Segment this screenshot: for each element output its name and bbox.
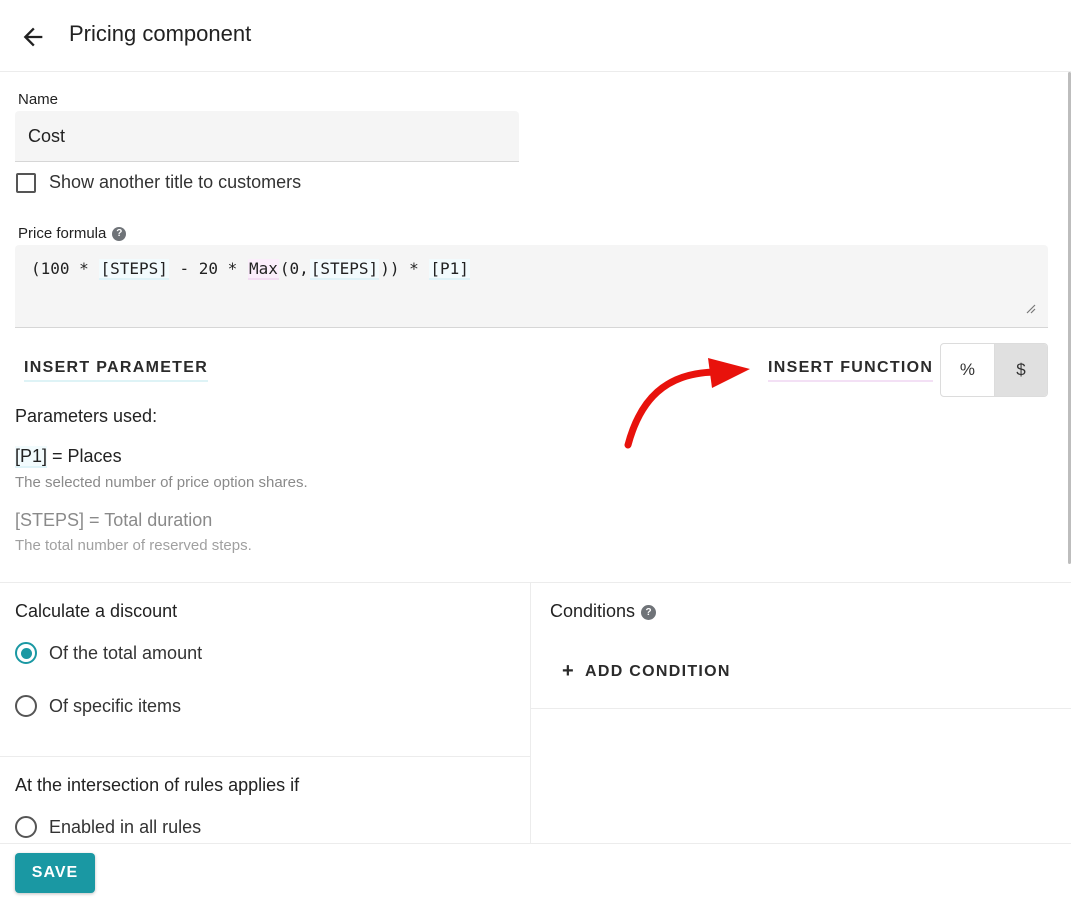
unit-toggle: % $ xyxy=(940,343,1048,397)
formula-function-token: Max xyxy=(247,259,279,280)
unit-toggle-percent[interactable]: % xyxy=(941,344,994,396)
formula-param-token: [P1] xyxy=(429,259,470,280)
name-label: Name xyxy=(18,91,59,108)
parameter-name: = Places xyxy=(47,446,122,466)
back-button[interactable] xyxy=(16,20,50,54)
discount-title: Calculate a discount xyxy=(15,601,178,621)
price-formula-label-row: Price formula? xyxy=(18,225,127,242)
formula-param-token: [STEPS] xyxy=(309,259,380,280)
insert-parameter-button[interactable]: INSERT PARAMETER xyxy=(24,359,209,382)
insert-function-button[interactable]: INSERT FUNCTION xyxy=(768,359,934,382)
divider xyxy=(0,582,1071,583)
parameter-item: [STEPS] = Total duration xyxy=(15,510,212,531)
divider xyxy=(0,756,530,757)
formula-text: - 20 * xyxy=(169,259,247,278)
price-formula-textarea[interactable]: (100 * [STEPS] - 20 * Max (0, [STEPS])) * … xyxy=(15,245,1048,328)
help-icon[interactable]: ? xyxy=(641,604,657,620)
parameter-item: [P1] = Places xyxy=(15,446,122,468)
unit-toggle-currency[interactable]: $ xyxy=(993,344,1047,396)
radio-label: Of the total amount xyxy=(49,642,203,663)
parameter-name: = Total duration xyxy=(84,510,213,530)
price-formula-label: Price formula xyxy=(18,225,107,242)
discount-option-specific[interactable]: Of specific items xyxy=(15,695,181,717)
radio-button[interactable] xyxy=(15,642,37,664)
annotation-arrow-icon xyxy=(624,358,750,449)
alt-title-checkbox-row[interactable]: Show another title to customers xyxy=(16,172,301,193)
formula-text: (100 * xyxy=(31,259,99,278)
name-input[interactable]: Cost xyxy=(15,111,519,162)
parameters-title: Parameters used: xyxy=(15,406,158,426)
intersection-option-all[interactable]: Enabled in all rules xyxy=(15,816,201,838)
alt-title-checkbox-label: Show another title to customers xyxy=(49,172,302,192)
save-button[interactable]: SAVE xyxy=(15,853,95,893)
conditions-title-row: Conditions? xyxy=(550,601,657,622)
app-header: Pricing component xyxy=(0,0,1071,72)
page-title: Pricing component xyxy=(69,21,252,46)
parameter-code: [P1] xyxy=(15,446,48,468)
formula-text: )) * xyxy=(380,259,429,278)
plus-icon: + xyxy=(562,660,575,682)
formula-param-token: [STEPS] xyxy=(99,259,169,280)
resize-handle-icon[interactable] xyxy=(1024,302,1036,314)
formula-text: (0, xyxy=(279,259,309,278)
arrow-left-icon xyxy=(23,27,43,47)
parameter-description: The selected number of price option shar… xyxy=(15,474,308,491)
radio-label: Enabled in all rules xyxy=(49,816,202,837)
radio-button[interactable] xyxy=(15,695,37,717)
intersection-title: At the intersection of rules applies if xyxy=(15,775,300,795)
help-icon[interactable]: ? xyxy=(112,227,127,242)
parameter-description: The total number of reserved steps. xyxy=(15,537,252,554)
discount-option-total[interactable]: Of the total amount xyxy=(15,642,202,664)
footer-bar xyxy=(0,843,1071,898)
add-condition-button[interactable]: + ADD CONDITION xyxy=(562,660,731,683)
radio-label: Of specific items xyxy=(49,695,182,716)
alt-title-checkbox[interactable] xyxy=(16,172,36,193)
conditions-title: Conditions xyxy=(550,601,636,621)
add-condition-label: ADD CONDITION xyxy=(584,662,731,680)
divider xyxy=(531,708,1071,709)
parameter-code: [STEPS] xyxy=(15,510,85,530)
divider xyxy=(530,583,531,843)
radio-button[interactable] xyxy=(15,816,37,838)
